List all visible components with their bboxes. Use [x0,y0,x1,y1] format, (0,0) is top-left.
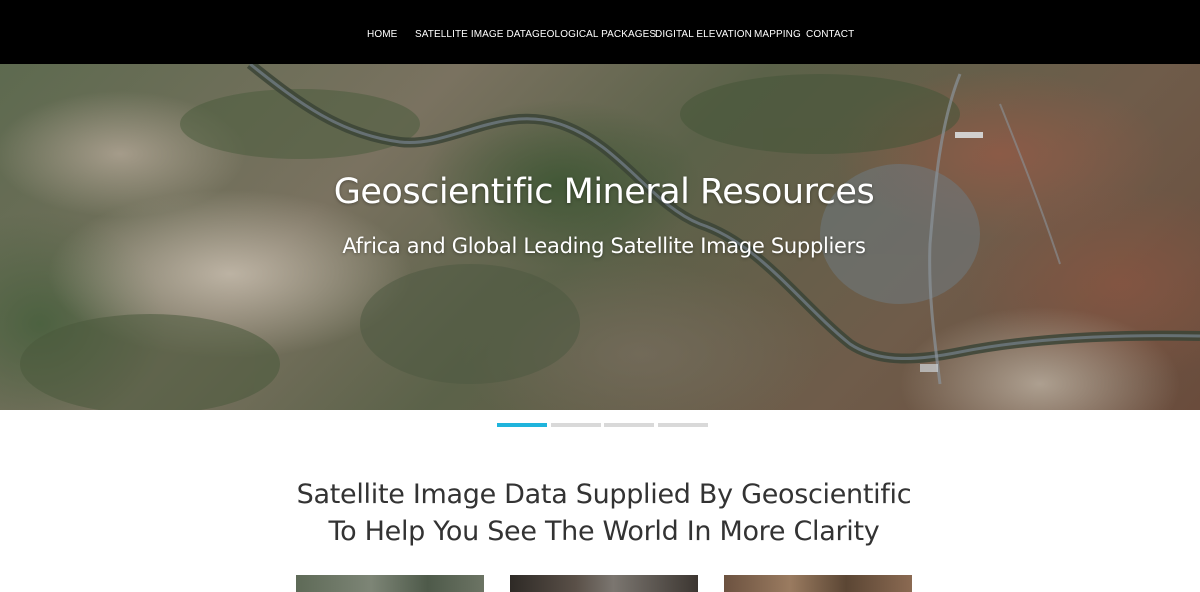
carousel-indicator-1[interactable] [497,423,547,427]
hero-subtitle: Africa and Global Leading Satellite Imag… [342,234,866,258]
section-heading-line-2: To Help You See The World In More Clarit… [328,516,880,547]
section-heading: Satellite Image Data Supplied By Geoscie… [0,476,1200,550]
nav-link-digital-elevation[interactable]: DIGITAL ELEVATION [655,29,752,40]
product-thumbnail-2[interactable] [510,575,698,592]
hero-title: Geoscientific Mineral Resources [333,172,875,212]
nav-link-home[interactable]: HOME [367,29,397,40]
product-thumbnail-1[interactable] [296,575,484,592]
hero-slide-satellite-image[interactable]: Geoscientific Mineral Resources Africa a… [0,64,1200,410]
nav-link-mapping[interactable]: MAPPING [754,29,801,40]
nav-link-contact[interactable]: CONTACT [806,29,854,40]
carousel-indicator-2[interactable] [551,423,601,427]
nav-link-geological-packages[interactable]: GEOLOGICAL PACKAGES [532,29,656,40]
nav-link-satellite-image-data[interactable]: SATELLITE IMAGE DATA [415,29,532,40]
top-navigation-bar: HOME SATELLITE IMAGE DATA GEOLOGICAL PAC… [0,0,1200,64]
product-thumbnail-3[interactable] [724,575,912,592]
section-heading-line-1: Satellite Image Data Supplied By Geoscie… [296,479,912,510]
carousel-indicator-3[interactable] [604,423,654,427]
carousel-indicator-4[interactable] [658,423,708,427]
